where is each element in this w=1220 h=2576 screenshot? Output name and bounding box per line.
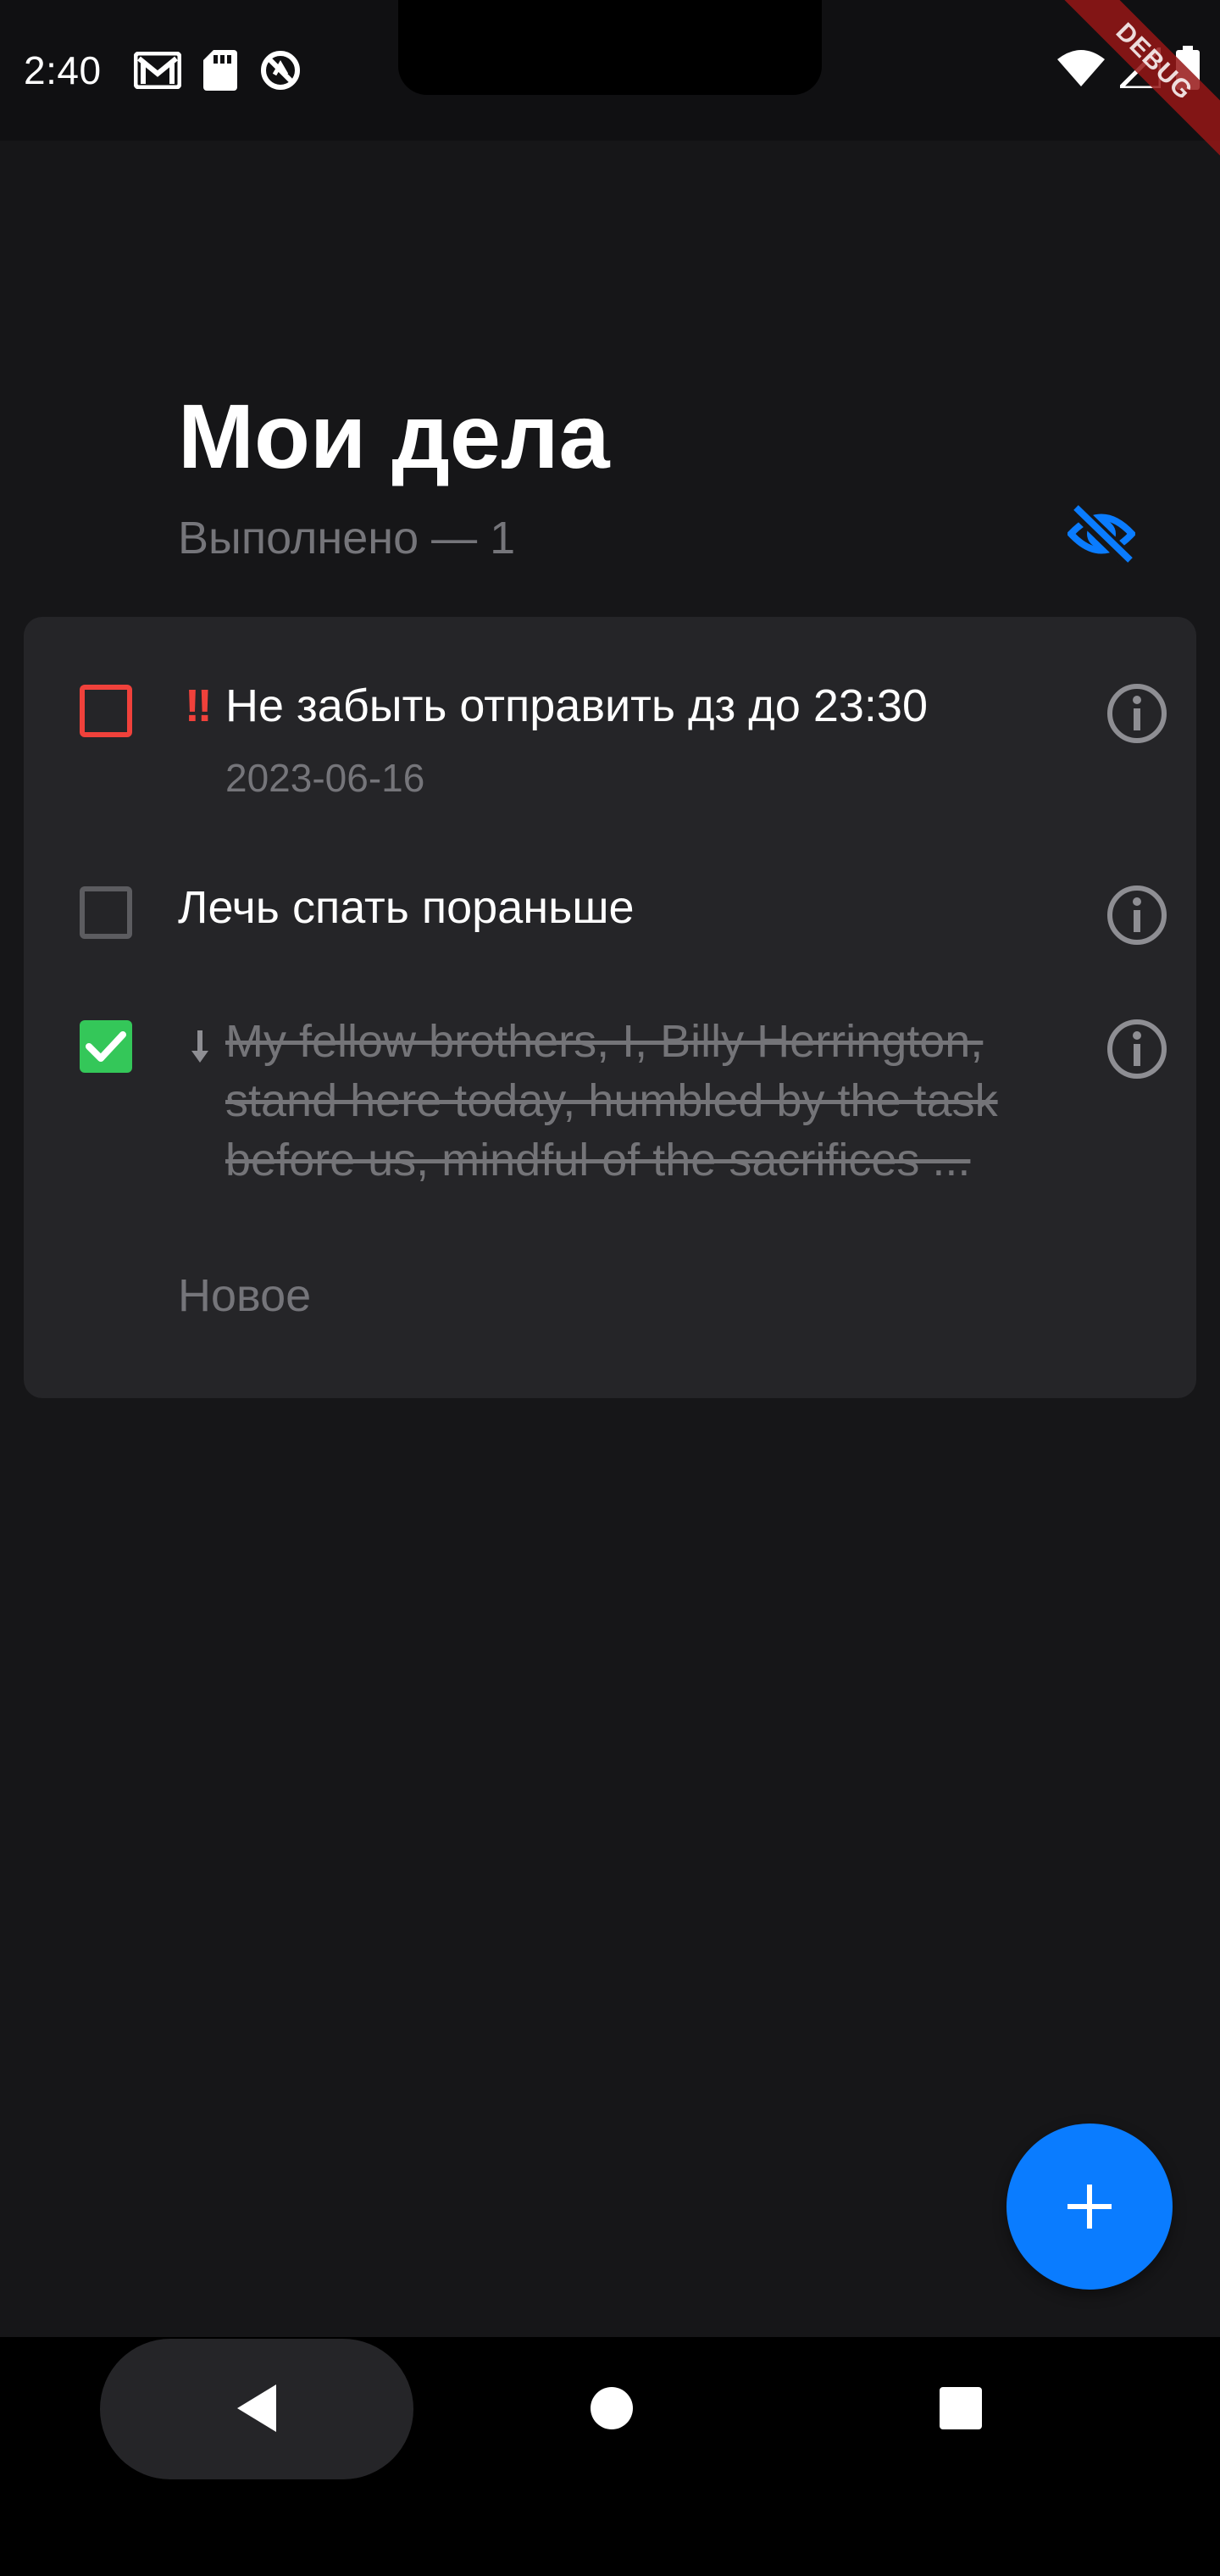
eye-off-icon <box>1068 504 1135 564</box>
status-icons-left <box>134 47 302 93</box>
task-text-line: before us, mindful of the sacrifices ... <box>225 1135 971 1185</box>
high-priority-icon: ‼ <box>185 680 213 731</box>
add-task-button[interactable] <box>1006 2124 1173 2290</box>
task-checkbox[interactable] <box>80 886 132 939</box>
task-text-line: My fellow brothers, I, Billy Herrington, <box>225 1016 984 1067</box>
nav-recents-button[interactable] <box>925 2373 996 2444</box>
no-disturb-icon <box>261 51 300 90</box>
page-title: Мои дела <box>178 385 610 487</box>
sd-card-icon <box>203 50 237 91</box>
debug-banner: DEBUG <box>1017 0 1220 203</box>
task-text: Лечь спать пораньше <box>178 882 635 933</box>
task-checkbox[interactable] <box>80 1020 132 1073</box>
info-icon[interactable] <box>1105 681 1169 746</box>
visibility-toggle-button[interactable] <box>1061 500 1142 568</box>
nav-home-button[interactable] <box>576 2373 647 2444</box>
task-list-card: ‼ Не забыть отправить дз до 23:30 2023-0… <box>24 617 1196 1398</box>
home-circle-icon <box>591 2387 633 2429</box>
task-text: Не забыть отправить дз до 23:30 <box>225 680 928 731</box>
gmail-icon <box>134 52 181 89</box>
nav-back-button[interactable] <box>220 2373 291 2444</box>
camera-notch <box>398 0 822 95</box>
back-triangle-icon <box>237 2384 276 2432</box>
task-checkbox[interactable] <box>80 685 132 737</box>
task-text-line: stand here today, humbled by the task <box>225 1075 998 1126</box>
low-priority-icon <box>191 1030 208 1063</box>
done-counter: Выполнено — 1 <box>178 513 516 564</box>
new-task-input[interactable]: Новое <box>178 1266 311 1325</box>
info-icon[interactable] <box>1105 883 1169 947</box>
recents-square-icon <box>940 2387 982 2429</box>
debug-label: DEBUG <box>1038 0 1220 178</box>
task-deadline: 2023-06-16 <box>225 756 425 800</box>
task-item[interactable]: My fellow brothers, I, Billy Herrington,… <box>24 947 1196 1227</box>
checkmark-icon <box>86 1031 126 1062</box>
status-time: 2:40 <box>24 48 102 92</box>
plus-icon <box>1068 2185 1112 2229</box>
info-icon[interactable] <box>1105 1017 1169 1081</box>
task-item[interactable]: ‼ Не забыть отправить дз до 23:30 2023-0… <box>24 617 1196 812</box>
task-item[interactable]: Лечь спать пораньше <box>24 812 1196 947</box>
